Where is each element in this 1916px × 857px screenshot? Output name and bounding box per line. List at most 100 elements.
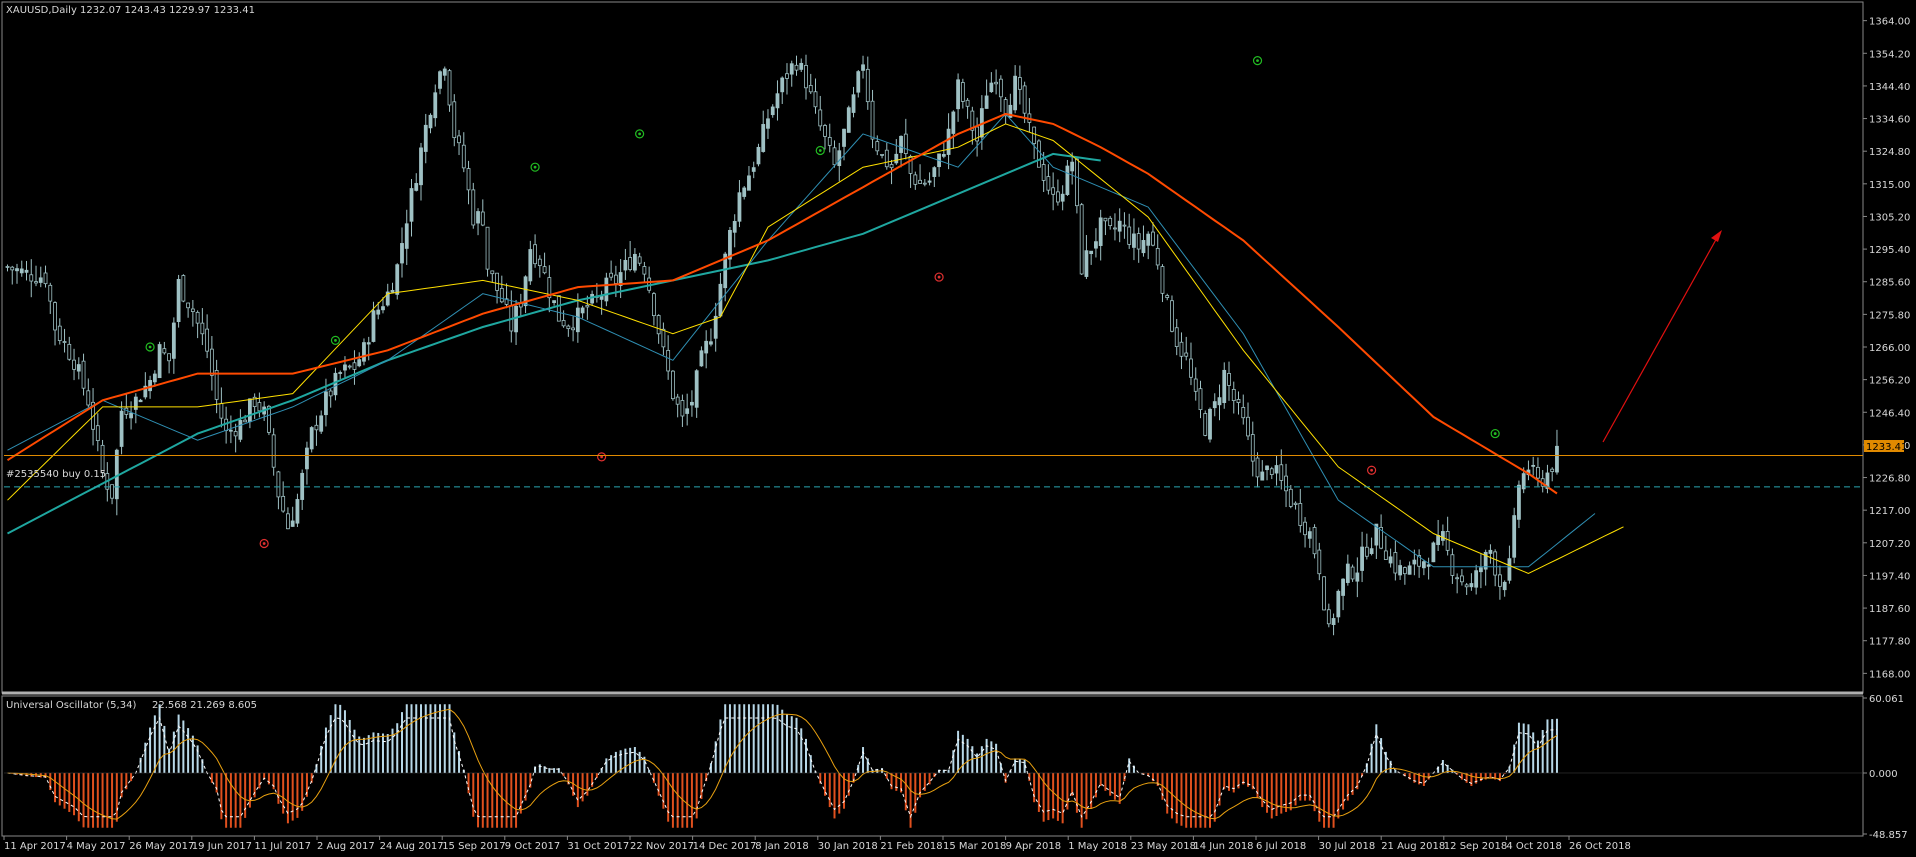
bear-candle bbox=[457, 135, 461, 144]
price-tick-label: 1187.60 bbox=[1869, 604, 1910, 615]
bull-candle bbox=[238, 420, 243, 440]
bull-candle bbox=[1132, 233, 1136, 248]
bear-candle bbox=[1122, 224, 1127, 227]
bull-candle bbox=[1502, 581, 1507, 591]
bear-candle bbox=[5, 266, 10, 268]
oscillator-pane[interactable] bbox=[1, 695, 1864, 837]
signal-dot bbox=[1370, 468, 1373, 472]
bear-candle bbox=[62, 341, 67, 343]
bear-candle bbox=[286, 513, 290, 530]
bear-candle bbox=[542, 266, 547, 274]
bear-candle bbox=[1075, 158, 1079, 207]
time-tick-label: 30 Jan 2018 bbox=[818, 841, 878, 852]
bear-candle bbox=[1184, 352, 1189, 357]
bear-candle bbox=[1127, 226, 1132, 245]
bear-candle bbox=[1464, 584, 1469, 588]
bull-candle bbox=[404, 223, 409, 249]
bear-candle bbox=[566, 325, 571, 330]
bull-candle bbox=[694, 370, 699, 408]
bear-candle bbox=[67, 343, 72, 360]
time-tick-label: 15 Mar 2018 bbox=[943, 841, 1006, 852]
price-tick-label: 1354.20 bbox=[1869, 49, 1910, 60]
bull-candle bbox=[685, 408, 690, 414]
bull-candle bbox=[152, 373, 157, 383]
bull-candle bbox=[247, 398, 252, 423]
bull-candle bbox=[362, 342, 366, 362]
bull-candle bbox=[381, 306, 385, 311]
bear-candle bbox=[10, 266, 15, 271]
bull-candle bbox=[742, 187, 747, 197]
time-tick-label: 1 May 2018 bbox=[1068, 841, 1127, 852]
bear-candle bbox=[1174, 327, 1179, 348]
signal-dot bbox=[334, 338, 337, 342]
bull-candle bbox=[756, 146, 761, 165]
time-tick-label: 15 Sep 2017 bbox=[442, 841, 505, 852]
bear-candle bbox=[1455, 577, 1460, 580]
time-tick-label: 12 Sep 2018 bbox=[1444, 841, 1507, 852]
bull-candle bbox=[1013, 75, 1018, 111]
bear-candle bbox=[233, 431, 238, 437]
main-pane[interactable] bbox=[1, 1, 1864, 694]
price-chart[interactable]: 60.061 0.000 -48.857 1364.00 1354.20 1344.40… bbox=[0, 0, 1916, 857]
bear-candle bbox=[556, 295, 561, 322]
bull-candle bbox=[747, 175, 751, 191]
signal-dot bbox=[937, 275, 941, 279]
bull-candle bbox=[1070, 161, 1075, 172]
bull-candle bbox=[295, 499, 300, 524]
signal-dot bbox=[1256, 59, 1259, 63]
bear-candle bbox=[533, 244, 537, 265]
price-tick-label: 1275.80 bbox=[1869, 310, 1910, 321]
bear-candle bbox=[1326, 609, 1331, 625]
bear-candle bbox=[613, 274, 618, 284]
bull-candle bbox=[300, 472, 305, 500]
bear-candle bbox=[1189, 358, 1193, 378]
chart-window: 60.061 0.000 -48.857 1364.00 1354.20 1344.40… bbox=[0, 0, 1916, 857]
bull-candle bbox=[894, 153, 899, 164]
bull-candle bbox=[1098, 217, 1103, 246]
time-tick-label: 26 Oct 2018 bbox=[1569, 841, 1631, 852]
bear-candle bbox=[57, 325, 62, 341]
bull-candle bbox=[442, 68, 447, 76]
bear-candle bbox=[918, 179, 922, 184]
bull-candle bbox=[476, 211, 480, 224]
bull-candle bbox=[770, 106, 775, 116]
bear-candle bbox=[1498, 574, 1502, 587]
bear-candle bbox=[671, 370, 675, 400]
bull-candle bbox=[119, 410, 124, 447]
bull-candle bbox=[932, 167, 937, 177]
bear-candle bbox=[34, 281, 38, 284]
bear-candle bbox=[1056, 191, 1060, 203]
bear-candle bbox=[1293, 502, 1298, 505]
bear-candle bbox=[43, 272, 48, 285]
bull-candle bbox=[946, 128, 951, 155]
bull-candle bbox=[1084, 250, 1089, 277]
price-tick-label: 1256.20 bbox=[1869, 376, 1910, 387]
bull-candle bbox=[956, 79, 960, 110]
bear-candle bbox=[29, 274, 34, 282]
bear-candle bbox=[1288, 488, 1293, 507]
bull-candle bbox=[423, 124, 428, 152]
bull-candle bbox=[552, 300, 556, 304]
bear-candle bbox=[661, 328, 666, 348]
osc-values-label: 22.568 21.269 8.605 bbox=[152, 700, 257, 711]
bear-candle bbox=[257, 402, 262, 412]
bear-candle bbox=[1136, 233, 1141, 250]
bull-candle bbox=[1265, 465, 1269, 471]
bull-candle bbox=[1398, 565, 1403, 576]
bull-candle bbox=[324, 391, 328, 416]
bear-candle bbox=[181, 275, 186, 302]
bear-candle bbox=[637, 256, 642, 264]
current-price-value: 1233.41 bbox=[1866, 442, 1907, 453]
bear-candle bbox=[1165, 295, 1170, 299]
time-tick-label: 4 May 2017 bbox=[67, 841, 126, 852]
bull-candle bbox=[761, 124, 766, 152]
bull-candle bbox=[623, 259, 628, 271]
bull-candle bbox=[228, 429, 233, 432]
bull-candle bbox=[751, 167, 756, 172]
bear-candle bbox=[81, 360, 86, 389]
bear-candle bbox=[1493, 551, 1498, 576]
bull-candle bbox=[1555, 445, 1559, 473]
bull-candle bbox=[1307, 531, 1312, 539]
bull-candle bbox=[1345, 563, 1350, 583]
oscillator-group: 60.061 0.000 -48.857 bbox=[4, 694, 1908, 841]
